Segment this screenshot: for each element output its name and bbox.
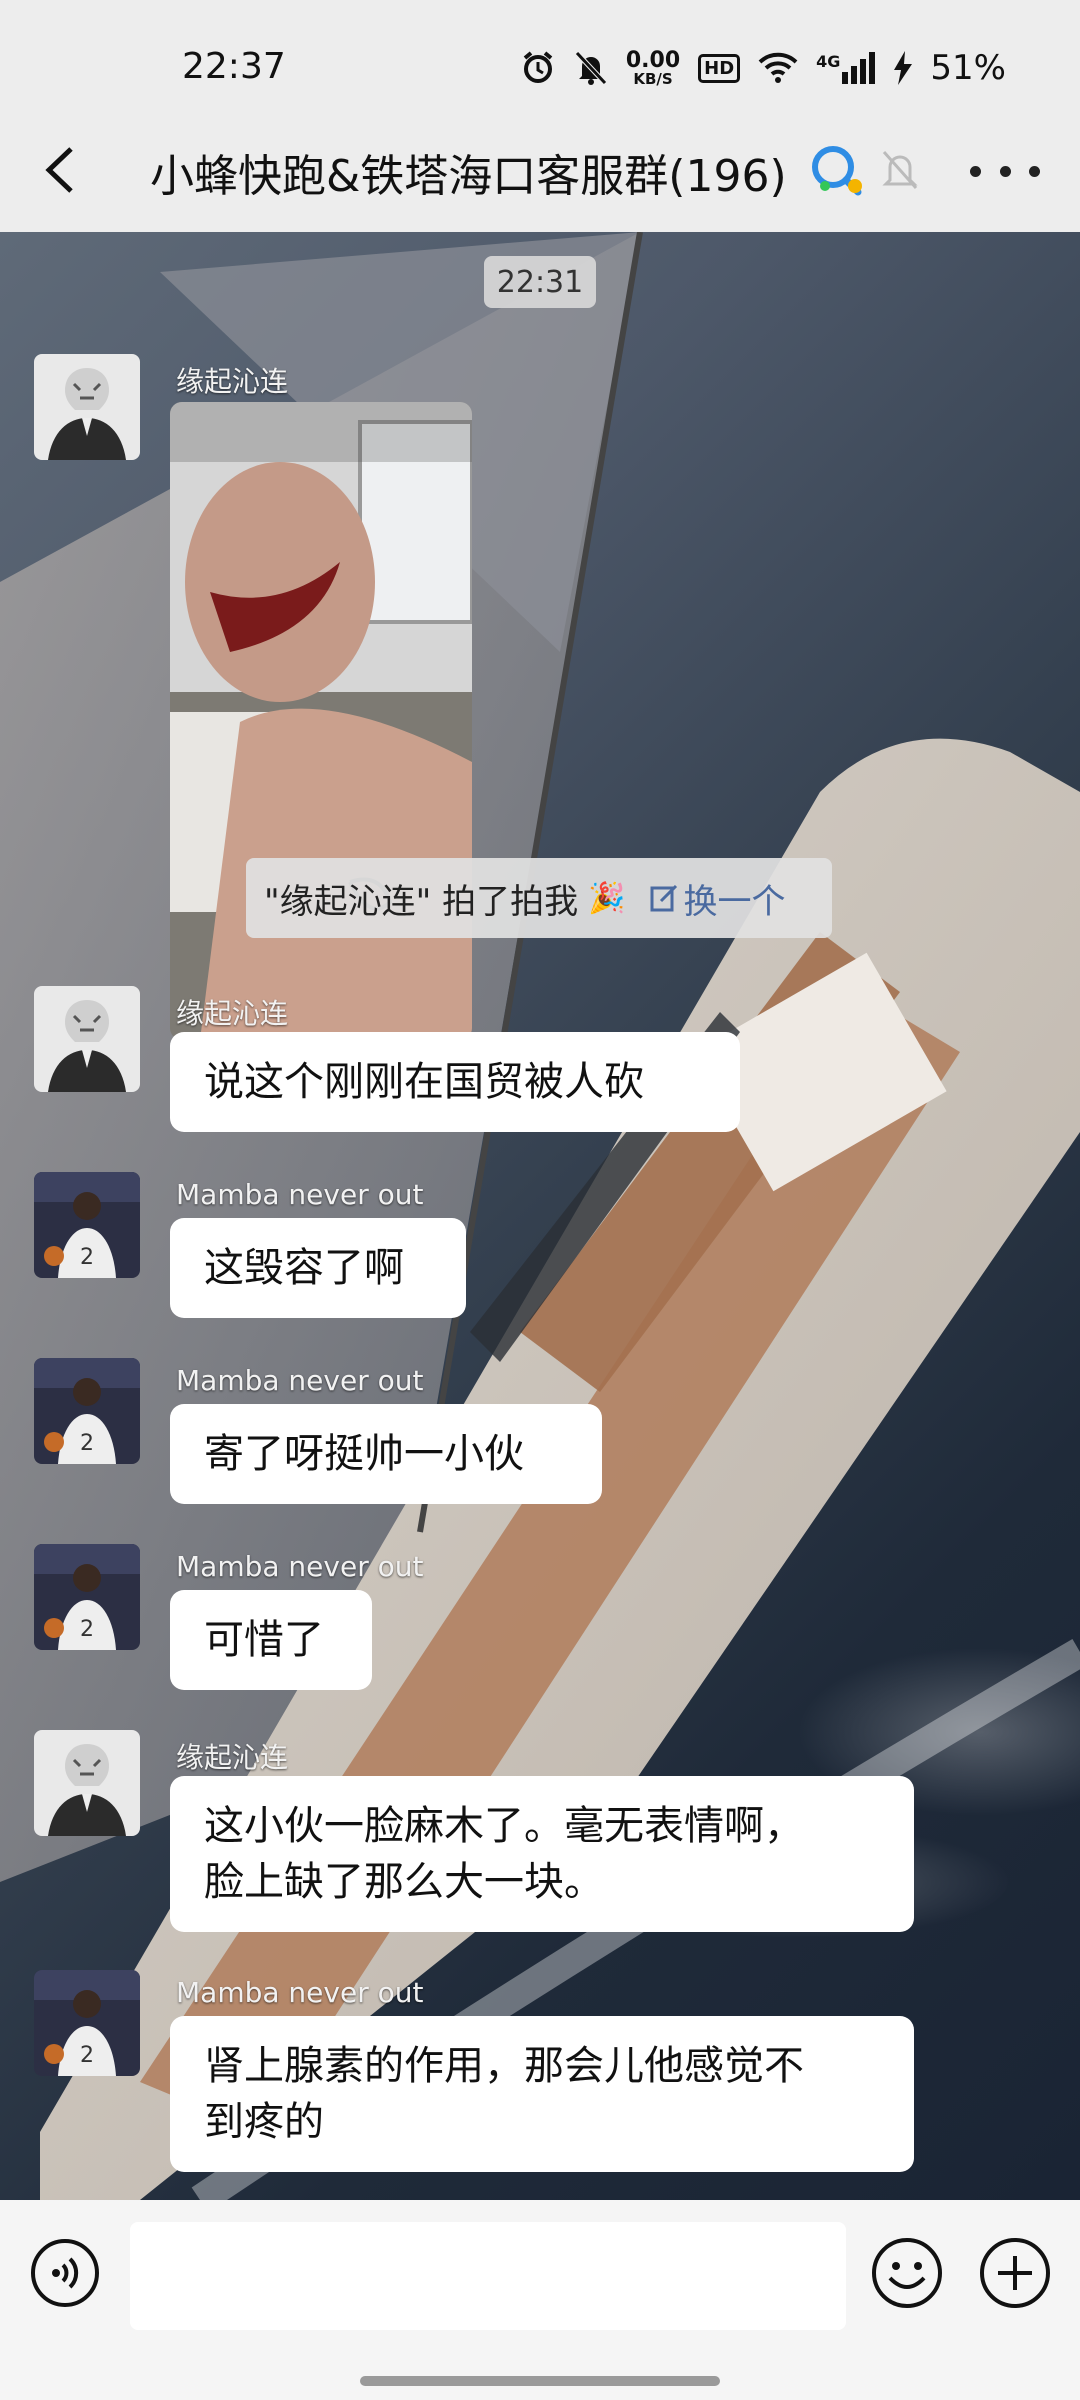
net-speed-value: 0.00 (625, 47, 681, 73)
mute-bell-icon (574, 50, 608, 86)
sender-name: 缘起沁连 (176, 1741, 289, 1774)
search-people-icon (812, 146, 862, 196)
message-bubble[interactable]: 寄了呀挺帅一小伙 (170, 1404, 602, 1504)
charging-icon (894, 51, 913, 85)
group-search-button[interactable] (808, 142, 868, 202)
message-input[interactable] (130, 2222, 846, 2330)
sender-name: Mamba never out (176, 1550, 424, 1583)
party-icon: 🎉 (588, 880, 626, 916)
status-time: 22:37 (182, 46, 286, 87)
sender-name: Mamba never out (176, 1976, 424, 2009)
mute-indicator (880, 148, 930, 198)
input-bar (0, 2200, 1080, 2400)
swap-pat-button[interactable]: 换一个 (649, 874, 785, 923)
message-line: 脸上缺了那么大一块。 (204, 1859, 604, 1905)
bell-muted-icon (882, 151, 918, 189)
message-bubble[interactable]: 说这个刚刚在国贸被人砍 (170, 1032, 740, 1132)
edit-icon (650, 884, 678, 912)
player-avatar-icon: 2 (34, 1544, 140, 1650)
status-icons: 0.00 KB/S HD 4G 51% (520, 40, 1006, 96)
page-title: 小蜂快跑&铁塔海口客服群(196) (150, 151, 787, 202)
wifi-icon (758, 52, 798, 84)
network-type: 4G (816, 52, 841, 71)
pat-notice-text: "缘起沁连" 拍了拍我 (264, 881, 579, 922)
battery-level: 51% (930, 48, 1006, 88)
signal-icon: 4G (816, 52, 876, 84)
svg-text:2: 2 (80, 2043, 94, 2068)
voice-button[interactable] (30, 2238, 100, 2308)
image-message[interactable] (170, 402, 472, 1040)
plus-icon (980, 2238, 1050, 2308)
player-avatar-icon: 2 (34, 1970, 140, 2076)
swap-label: 换一个 (683, 881, 786, 922)
pat-notice: "缘起沁连" 拍了拍我 🎉 换一个 (246, 858, 832, 938)
alarm-icon (520, 50, 556, 86)
message-line: 肾上腺素的作用，那会儿他感觉不 (204, 2043, 804, 2089)
avatar[interactable]: 2 (34, 1358, 140, 1464)
hd-badge: HD (698, 53, 741, 83)
more-functions-button[interactable] (978, 2236, 1052, 2310)
chat-header: 小蜂快跑&铁塔海口客服群(196) (0, 110, 1080, 230)
svg-text:2: 2 (80, 1617, 94, 1642)
player-avatar-icon: 2 (34, 1172, 140, 1278)
svg-text:2: 2 (80, 1431, 94, 1456)
more-dot (1029, 165, 1040, 177)
back-button[interactable] (28, 138, 92, 202)
svg-text:2: 2 (80, 1245, 94, 1270)
avatar[interactable]: 2 (34, 1172, 140, 1278)
emoji-icon (872, 2238, 942, 2308)
more-button[interactable] (970, 146, 1040, 196)
net-speed: 0.00 KB/S (625, 47, 681, 88)
avatar[interactable]: 2 (34, 1544, 140, 1650)
message-bubble[interactable]: 这毁容了啊 (170, 1218, 466, 1318)
voice-icon (31, 2239, 99, 2307)
tiger-avatar-icon (34, 354, 140, 460)
message-bubble[interactable]: 这小伙一脸麻木了。毫无表情啊， 脸上缺了那么大一块。 (170, 1776, 914, 1932)
message-line: 这小伙一脸麻木了。毫无表情啊， (204, 1803, 804, 1849)
more-dot (999, 165, 1011, 177)
chat-area[interactable]: 22:31 缘起沁连 "缘起沁连" 拍了拍我 🎉 换一个 缘起沁连 说这个刚刚在… (0, 232, 1080, 2200)
net-speed-unit: KB/S (633, 69, 673, 88)
sender-name: 缘起沁连 (176, 997, 289, 1030)
tiger-avatar-icon (34, 1730, 140, 1836)
chevron-left-icon (45, 147, 73, 193)
photo-thumbnail (170, 402, 472, 1040)
avatar[interactable] (34, 354, 140, 460)
sender-name: Mamba never out (176, 1178, 424, 1211)
message-timestamp: 22:31 (484, 256, 596, 308)
message-line: 到疼的 (204, 2099, 324, 2145)
message-bubble[interactable]: 肾上腺素的作用，那会儿他感觉不 到疼的 (170, 2016, 914, 2172)
message-bubble[interactable]: 可惜了 (170, 1590, 372, 1690)
avatar[interactable]: 2 (34, 1970, 140, 2076)
player-avatar-icon: 2 (34, 1358, 140, 1464)
emoji-button[interactable] (870, 2236, 944, 2310)
tiger-avatar-icon (34, 986, 140, 1092)
avatar[interactable] (34, 1730, 140, 1836)
more-dots-icon (970, 165, 981, 177)
avatar[interactable] (34, 986, 140, 1092)
sender-name: Mamba never out (176, 1364, 424, 1397)
sender-name: 缘起沁连 (176, 365, 289, 398)
home-indicator[interactable] (360, 2376, 720, 2386)
